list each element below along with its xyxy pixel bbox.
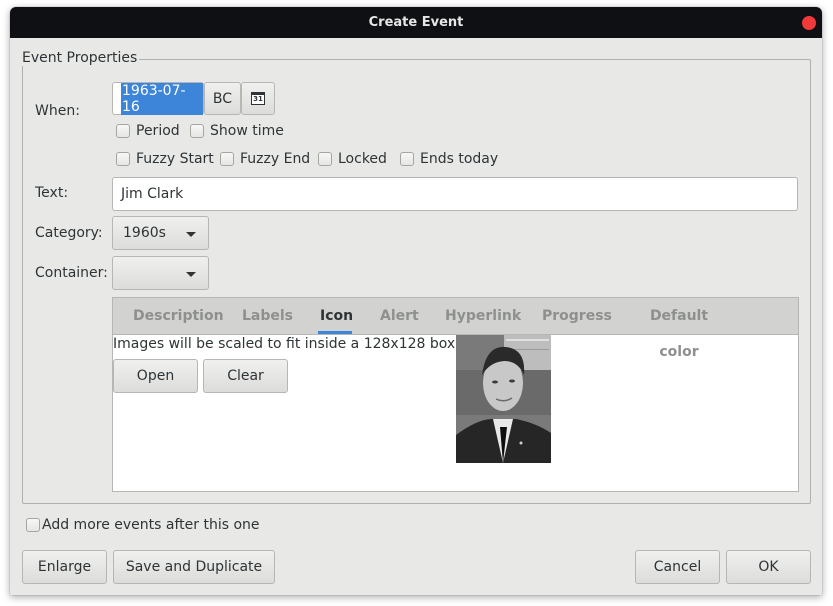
tab-progress[interactable]: Progress <box>542 298 612 334</box>
container-label: Container: <box>35 265 108 281</box>
window-title: Create Event <box>368 15 464 30</box>
calendar-button[interactable]: 31 <box>241 82 275 115</box>
clear-image-button[interactable]: Clear <box>203 359 288 393</box>
period-label: Period <box>136 123 180 139</box>
enlarge-button[interactable]: Enlarge <box>22 550 107 584</box>
chevron-down-icon <box>186 272 196 277</box>
ends-today-label: Ends today <box>420 151 499 167</box>
add-more-events-checkbox-box[interactable] <box>26 518 40 532</box>
date-field[interactable]: 1963-07-16 <box>112 82 204 115</box>
tab-icon[interactable]: Icon <box>318 298 353 334</box>
add-more-events-label: Add more events after this one <box>42 517 260 533</box>
text-value: Jim Clark <box>121 186 184 202</box>
fuzzy-start-checkbox-box[interactable] <box>116 152 130 166</box>
era-button[interactable]: BC <box>204 82 241 115</box>
when-label: When: <box>35 103 80 119</box>
cancel-button[interactable]: Cancel <box>635 550 720 584</box>
fuzzy-start-label: Fuzzy Start <box>136 151 214 167</box>
text-field[interactable]: Jim Clark <box>112 177 798 211</box>
calendar-icon: 31 <box>251 92 265 105</box>
fuzzy-end-checkbox-box[interactable] <box>220 152 234 166</box>
close-window-button[interactable] <box>802 16 816 30</box>
locked-checkbox-box[interactable] <box>318 152 332 166</box>
open-image-button[interactable]: Open <box>113 359 198 393</box>
fuzzy-end-label: Fuzzy End <box>240 151 311 167</box>
tab-bar: Description Labels Icon Alert Hyperlink … <box>113 298 798 360</box>
container-dropdown[interactable] <box>112 256 209 290</box>
category-dropdown[interactable]: 1960s <box>112 216 209 250</box>
fuzzy-end-checkbox[interactable]: Fuzzy End <box>220 151 310 167</box>
save-and-duplicate-button[interactable]: Save and Duplicate <box>113 550 275 584</box>
category-label: Category: <box>35 225 103 241</box>
tab-hyperlink[interactable]: Hyperlink <box>445 298 521 334</box>
event-icon-image <box>456 335 551 463</box>
locked-label: Locked <box>338 151 387 167</box>
ok-button[interactable]: OK <box>726 550 811 584</box>
category-value: 1960s <box>123 225 166 241</box>
date-value: 1963-07-16 <box>121 82 203 115</box>
icon-hint-text: Images will be scaled to fit inside a 12… <box>113 336 460 352</box>
show-time-label: Show time <box>210 123 284 139</box>
tab-description[interactable]: Description <box>133 298 224 334</box>
tab-labels[interactable]: Labels <box>242 298 293 334</box>
period-checkbox-box[interactable] <box>116 124 130 138</box>
show-time-checkbox[interactable]: Show time <box>190 123 284 139</box>
ends-today-checkbox[interactable]: Ends today <box>400 151 498 167</box>
tab-default-color[interactable]: Default color <box>634 298 724 360</box>
fuzzy-start-checkbox[interactable]: Fuzzy Start <box>116 151 214 167</box>
title-bar: Create Event <box>10 7 822 38</box>
event-properties-title: Event Properties <box>22 50 140 66</box>
portrait-photo <box>456 335 551 463</box>
add-more-events-checkbox[interactable]: Add more events after this one <box>26 517 260 533</box>
show-time-checkbox-box[interactable] <box>190 124 204 138</box>
period-checkbox[interactable]: Period <box>116 123 180 139</box>
details-tab-panel: Description Labels Icon Alert Hyperlink … <box>112 297 799 492</box>
create-event-dialog: Create Event Event Properties When: 1963… <box>10 7 822 595</box>
text-label: Text: <box>35 185 69 201</box>
ends-today-checkbox-box[interactable] <box>400 152 414 166</box>
locked-checkbox[interactable]: Locked <box>318 151 387 167</box>
tab-alert[interactable]: Alert <box>380 298 419 334</box>
chevron-down-icon <box>186 232 196 237</box>
